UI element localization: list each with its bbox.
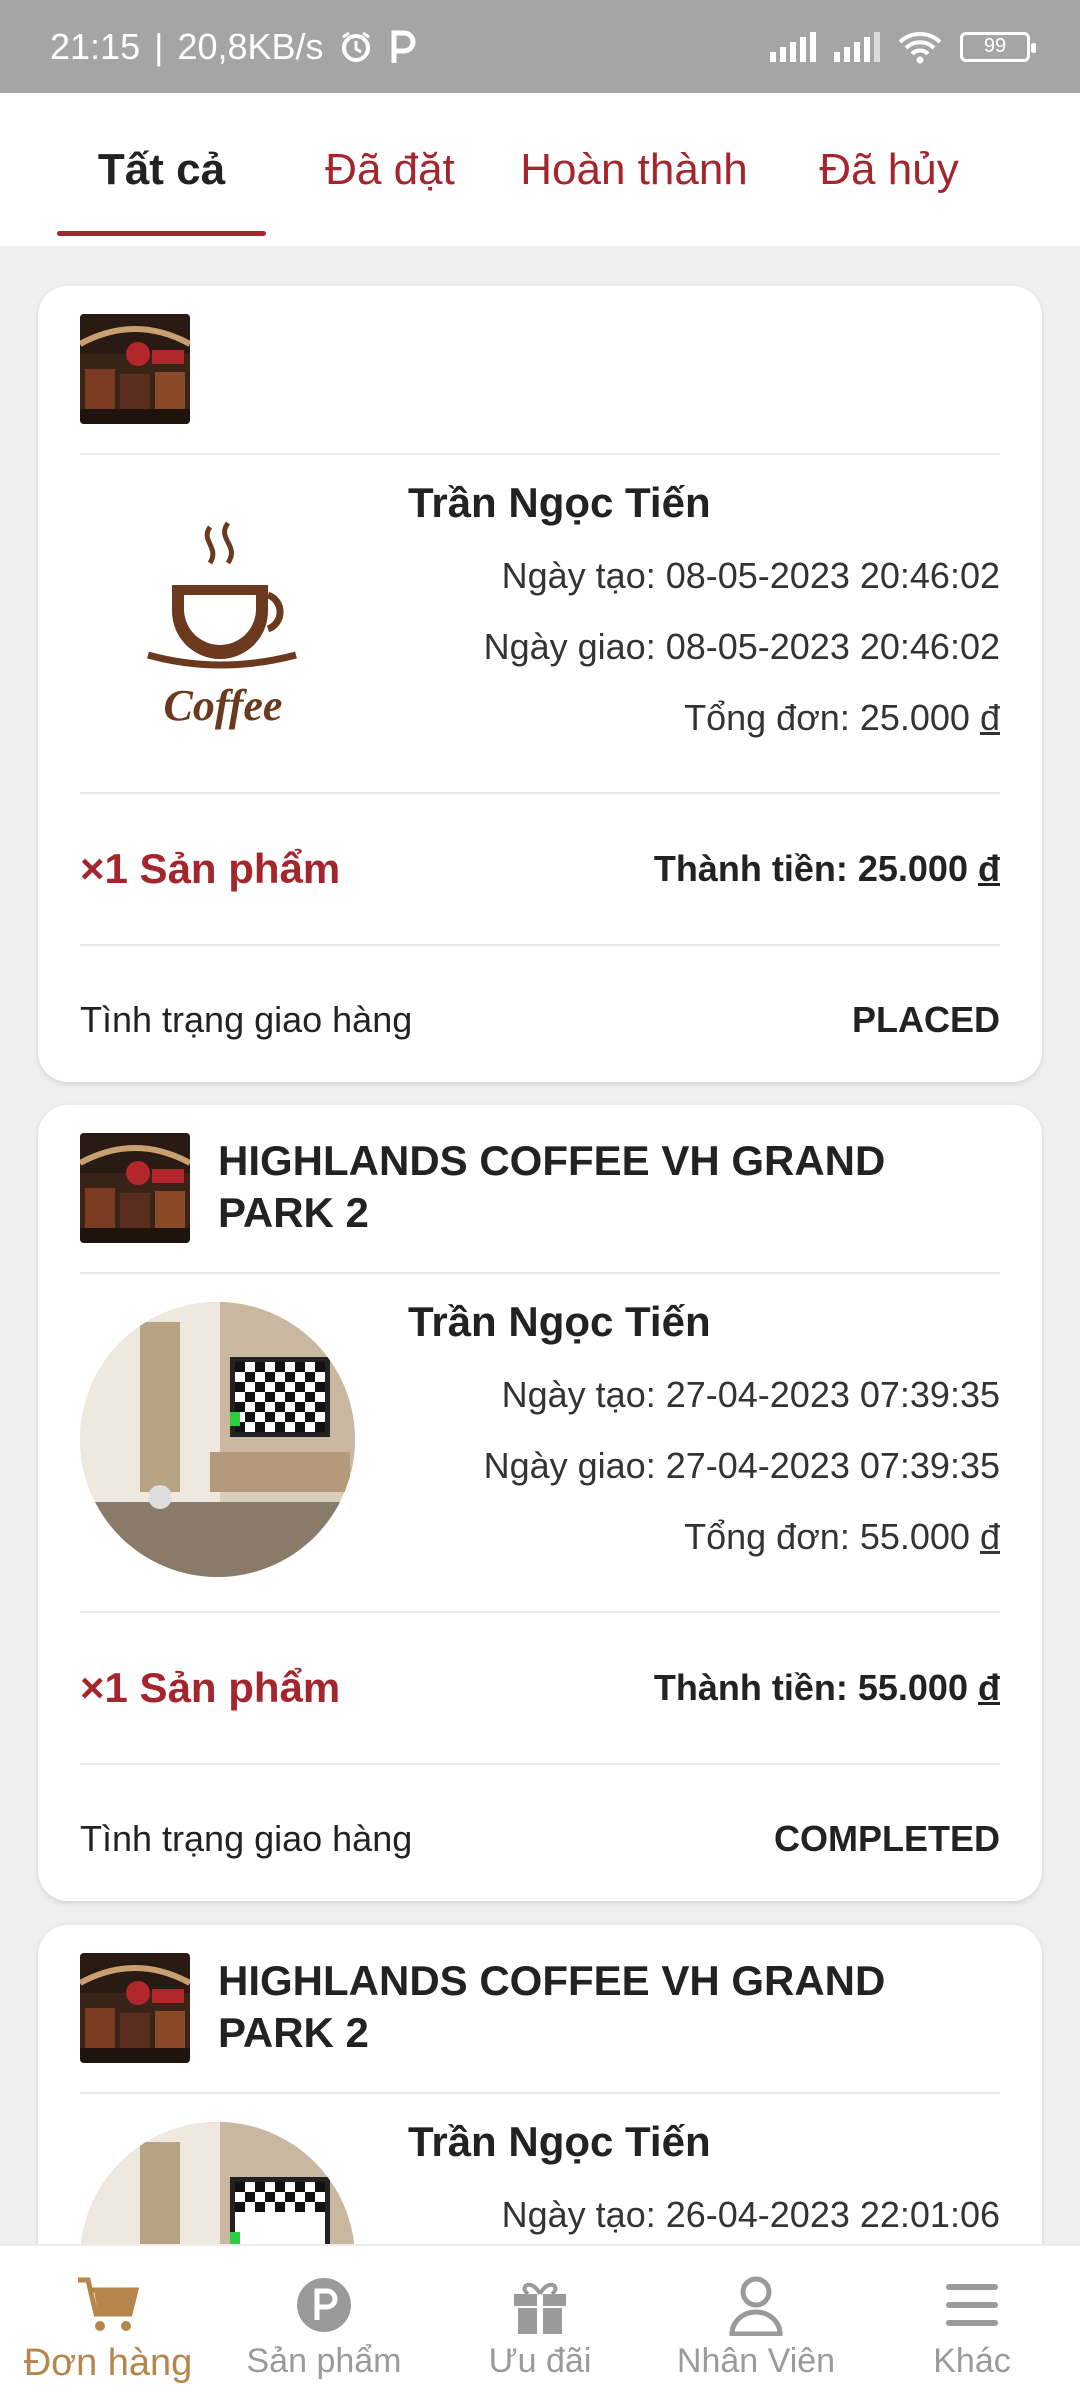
nav-orders[interactable]: Đơn hàng xyxy=(0,2246,216,2400)
nav-staff[interactable]: Nhân Viên xyxy=(648,2246,864,2400)
bottom-navigation: Đơn hàng Sản phẩm Ưu đãi Nhân Viên Khác xyxy=(0,2244,1080,2400)
delivery-date: Ngày giao: 08-05-2023 20:46:02 xyxy=(483,626,1000,667)
network-speed: 20,8KB/s xyxy=(177,25,324,67)
amount-total: Thành tiền: 55.000 đ xyxy=(653,1667,1000,1708)
created-date: Ngày tạo: 08-05-2023 20:46:02 xyxy=(501,555,1000,596)
store-name: HIGHLANDS COFFEE VH GRAND PARK 2 xyxy=(218,1957,886,2056)
svg-text:Coffee: Coffee xyxy=(164,681,283,730)
status-badge: PLACED xyxy=(851,999,1000,1040)
order-card[interactable]: Coffee Trần Ngọc Tiến Ngày tạo: 08-05-20… xyxy=(38,286,1042,1082)
store-thumbnail xyxy=(80,1133,190,1243)
created-date: Ngày tạo: 27-04-2023 07:39:35 xyxy=(501,1374,1000,1415)
tab-cancelled[interactable]: Đã hủy xyxy=(794,93,984,246)
store-name: HIGHLANDS COFFEE VH GRAND PARK 2 xyxy=(218,1137,886,1236)
store-thumbnail xyxy=(80,314,190,424)
nav-more[interactable]: Khác xyxy=(864,2246,1080,2400)
product-p-icon xyxy=(297,2278,351,2332)
product-quantity: ×1 Sản phẩm xyxy=(80,845,341,892)
status-bar: 21:15 | 20,8KB/s 99 xyxy=(0,0,1080,93)
order-total: Tổng đơn: 25.000 đ xyxy=(684,697,1000,738)
order-total: Tổng đơn: 55.000 đ xyxy=(684,1516,1000,1557)
status-time: 21:15 xyxy=(50,25,141,67)
alarm-icon xyxy=(341,31,370,62)
signal-icon xyxy=(770,31,816,62)
nav-products[interactable]: Sản phẩm xyxy=(216,2246,432,2400)
customer-name: Trần Ngọc Tiến xyxy=(408,479,711,526)
product-quantity: ×1 Sản phẩm xyxy=(80,1664,341,1711)
status-badge: COMPLETED xyxy=(773,1818,1000,1859)
signal-icon xyxy=(834,31,880,62)
order-list[interactable]: Coffee Trần Ngọc Tiến Ngày tạo: 08-05-20… xyxy=(0,246,1080,2244)
product-image xyxy=(80,1302,355,1577)
person-icon xyxy=(729,2276,783,2336)
tab-completed[interactable]: Hoàn thành xyxy=(514,93,754,246)
battery-level: 99 xyxy=(983,35,1007,57)
battery-icon: 99 xyxy=(960,31,1036,62)
order-card[interactable]: HIGHLANDS COFFEE VH GRAND PARK 2 Trần Ng… xyxy=(38,1925,1042,2244)
customer-name: Trần Ngọc Tiến xyxy=(408,2118,711,2165)
menu-icon xyxy=(946,2284,998,2326)
tab-all[interactable]: Tất cả xyxy=(57,93,266,246)
wifi-icon xyxy=(898,31,942,63)
delivery-date: Ngày giao: 27-04-2023 07:39:35 xyxy=(483,1445,1000,1486)
tab-placed[interactable]: Đã đặt xyxy=(290,93,490,246)
nav-offers[interactable]: Ưu đãi xyxy=(432,2246,648,2400)
coffee-logo-image: Coffee xyxy=(147,521,297,730)
cart-icon xyxy=(78,2277,140,2331)
delivery-status-label: Tình trạng giao hàng xyxy=(80,999,413,1040)
customer-name: Trần Ngọc Tiến xyxy=(408,1298,711,1345)
store-thumbnail xyxy=(80,1953,190,2063)
order-card[interactable]: HIGHLANDS COFFEE VH GRAND PARK 2 Trần Ng… xyxy=(38,1105,1042,1901)
parking-app-icon xyxy=(391,30,416,63)
created-date: Ngày tạo: 26-04-2023 22:01:06 xyxy=(501,2194,1000,2235)
delivery-status-label: Tình trạng giao hàng xyxy=(80,1818,413,1859)
order-tabs: Tất cả Đã đặt Hoàn thành Đã hủy xyxy=(0,93,1080,246)
amount-total: Thành tiền: 25.000 đ xyxy=(653,848,1000,889)
product-image xyxy=(80,2122,355,2244)
gift-icon xyxy=(514,2282,566,2334)
